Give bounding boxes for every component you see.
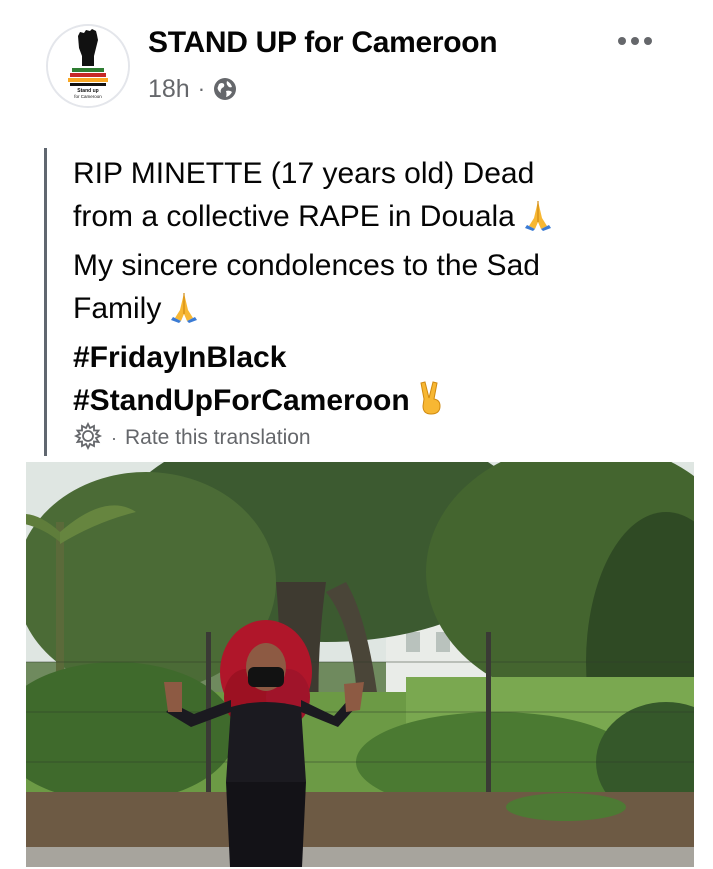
post-meta: 18h · bbox=[148, 74, 237, 104]
avatar-text-2: for Cameroon bbox=[74, 94, 102, 99]
post-photo[interactable] bbox=[26, 462, 694, 867]
more-horizontal-icon bbox=[618, 37, 626, 45]
post-text-line: Family bbox=[73, 287, 673, 336]
gear-icon[interactable] bbox=[73, 421, 103, 456]
fist-logo-icon: Stand up for Cameroon bbox=[48, 26, 128, 106]
more-options-button[interactable] bbox=[612, 26, 658, 56]
post-header: Stand up for Cameroon STAND UP for Camer… bbox=[0, 0, 713, 130]
translation-separator: · bbox=[111, 427, 117, 448]
post-body: RIP MINETTE (17 years old) Dead from a c… bbox=[73, 152, 673, 428]
page-avatar[interactable]: Stand up for Cameroon bbox=[46, 24, 130, 108]
post-text-line: RIP MINETTE (17 years old) Dead bbox=[73, 157, 535, 190]
globe-icon[interactable] bbox=[213, 77, 237, 101]
author-name[interactable]: STAND UP for Cameroon bbox=[148, 26, 498, 60]
quote-bar bbox=[44, 148, 47, 456]
post-text-line: My sincere condolences to the Sad bbox=[73, 249, 540, 282]
victory-hand-emoji bbox=[416, 380, 446, 428]
folded-hands-emoji bbox=[167, 290, 201, 336]
post-text-line: #StandUpForCameroon bbox=[73, 379, 673, 428]
post-text-line: from a collective RAPE in Douala bbox=[73, 195, 673, 244]
rate-translation-link[interactable]: Rate this translation bbox=[125, 426, 311, 450]
post-timestamp[interactable]: 18h bbox=[148, 75, 190, 104]
hashtag-link[interactable]: #FridayInBlack bbox=[73, 336, 673, 379]
folded-hands-emoji bbox=[521, 198, 555, 244]
hashtag-link[interactable]: #StandUpForCameroon bbox=[73, 384, 410, 417]
meta-separator: · bbox=[197, 76, 206, 101]
translation-row: · Rate this translation bbox=[73, 421, 311, 456]
